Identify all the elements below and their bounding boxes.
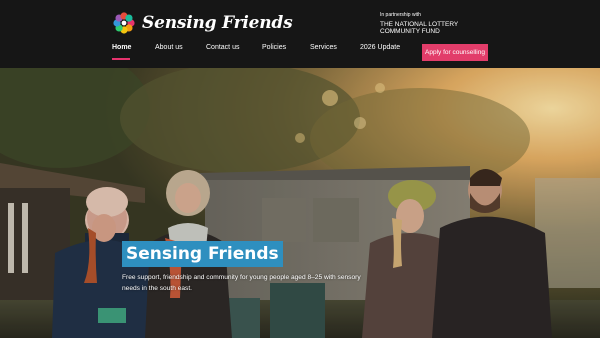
apply-for-counselling-button[interactable]: Apply for counselling (422, 44, 488, 61)
brand-logo-link[interactable]: Sensing Friends (112, 10, 293, 36)
flower-logo-icon (113, 12, 135, 34)
hero-title: Sensing Friends (122, 241, 283, 267)
hero-banner: Sensing Friends Free support, friendship… (0, 68, 600, 338)
hero-photo (0, 68, 600, 338)
partner-tagline: In partnership with (380, 12, 421, 18)
hero-subtitle: Free support, friendship and community f… (122, 274, 361, 292)
logo-petal (125, 14, 133, 22)
nav-item-about-us[interactable]: About us (155, 44, 183, 51)
site-header: Sensing Friends In partnership with THE … (0, 0, 600, 68)
brand-name: Sensing Friends (142, 13, 293, 33)
nav-item-contact-us[interactable]: Contact us (206, 44, 239, 51)
partner-name: THE NATIONAL LOTTERY COMMUNITY FUND (380, 21, 459, 35)
partner-lockup: In partnership with THE NATIONAL LOTTERY… (380, 12, 470, 35)
nav-active-indicator (112, 58, 130, 60)
nav-item-home[interactable]: Home (112, 44, 131, 51)
nav-item-2026-update[interactable]: 2026 Update (360, 44, 400, 51)
nav-item-policies[interactable]: Policies (262, 44, 286, 51)
nav-item-services[interactable]: Services (310, 44, 337, 51)
